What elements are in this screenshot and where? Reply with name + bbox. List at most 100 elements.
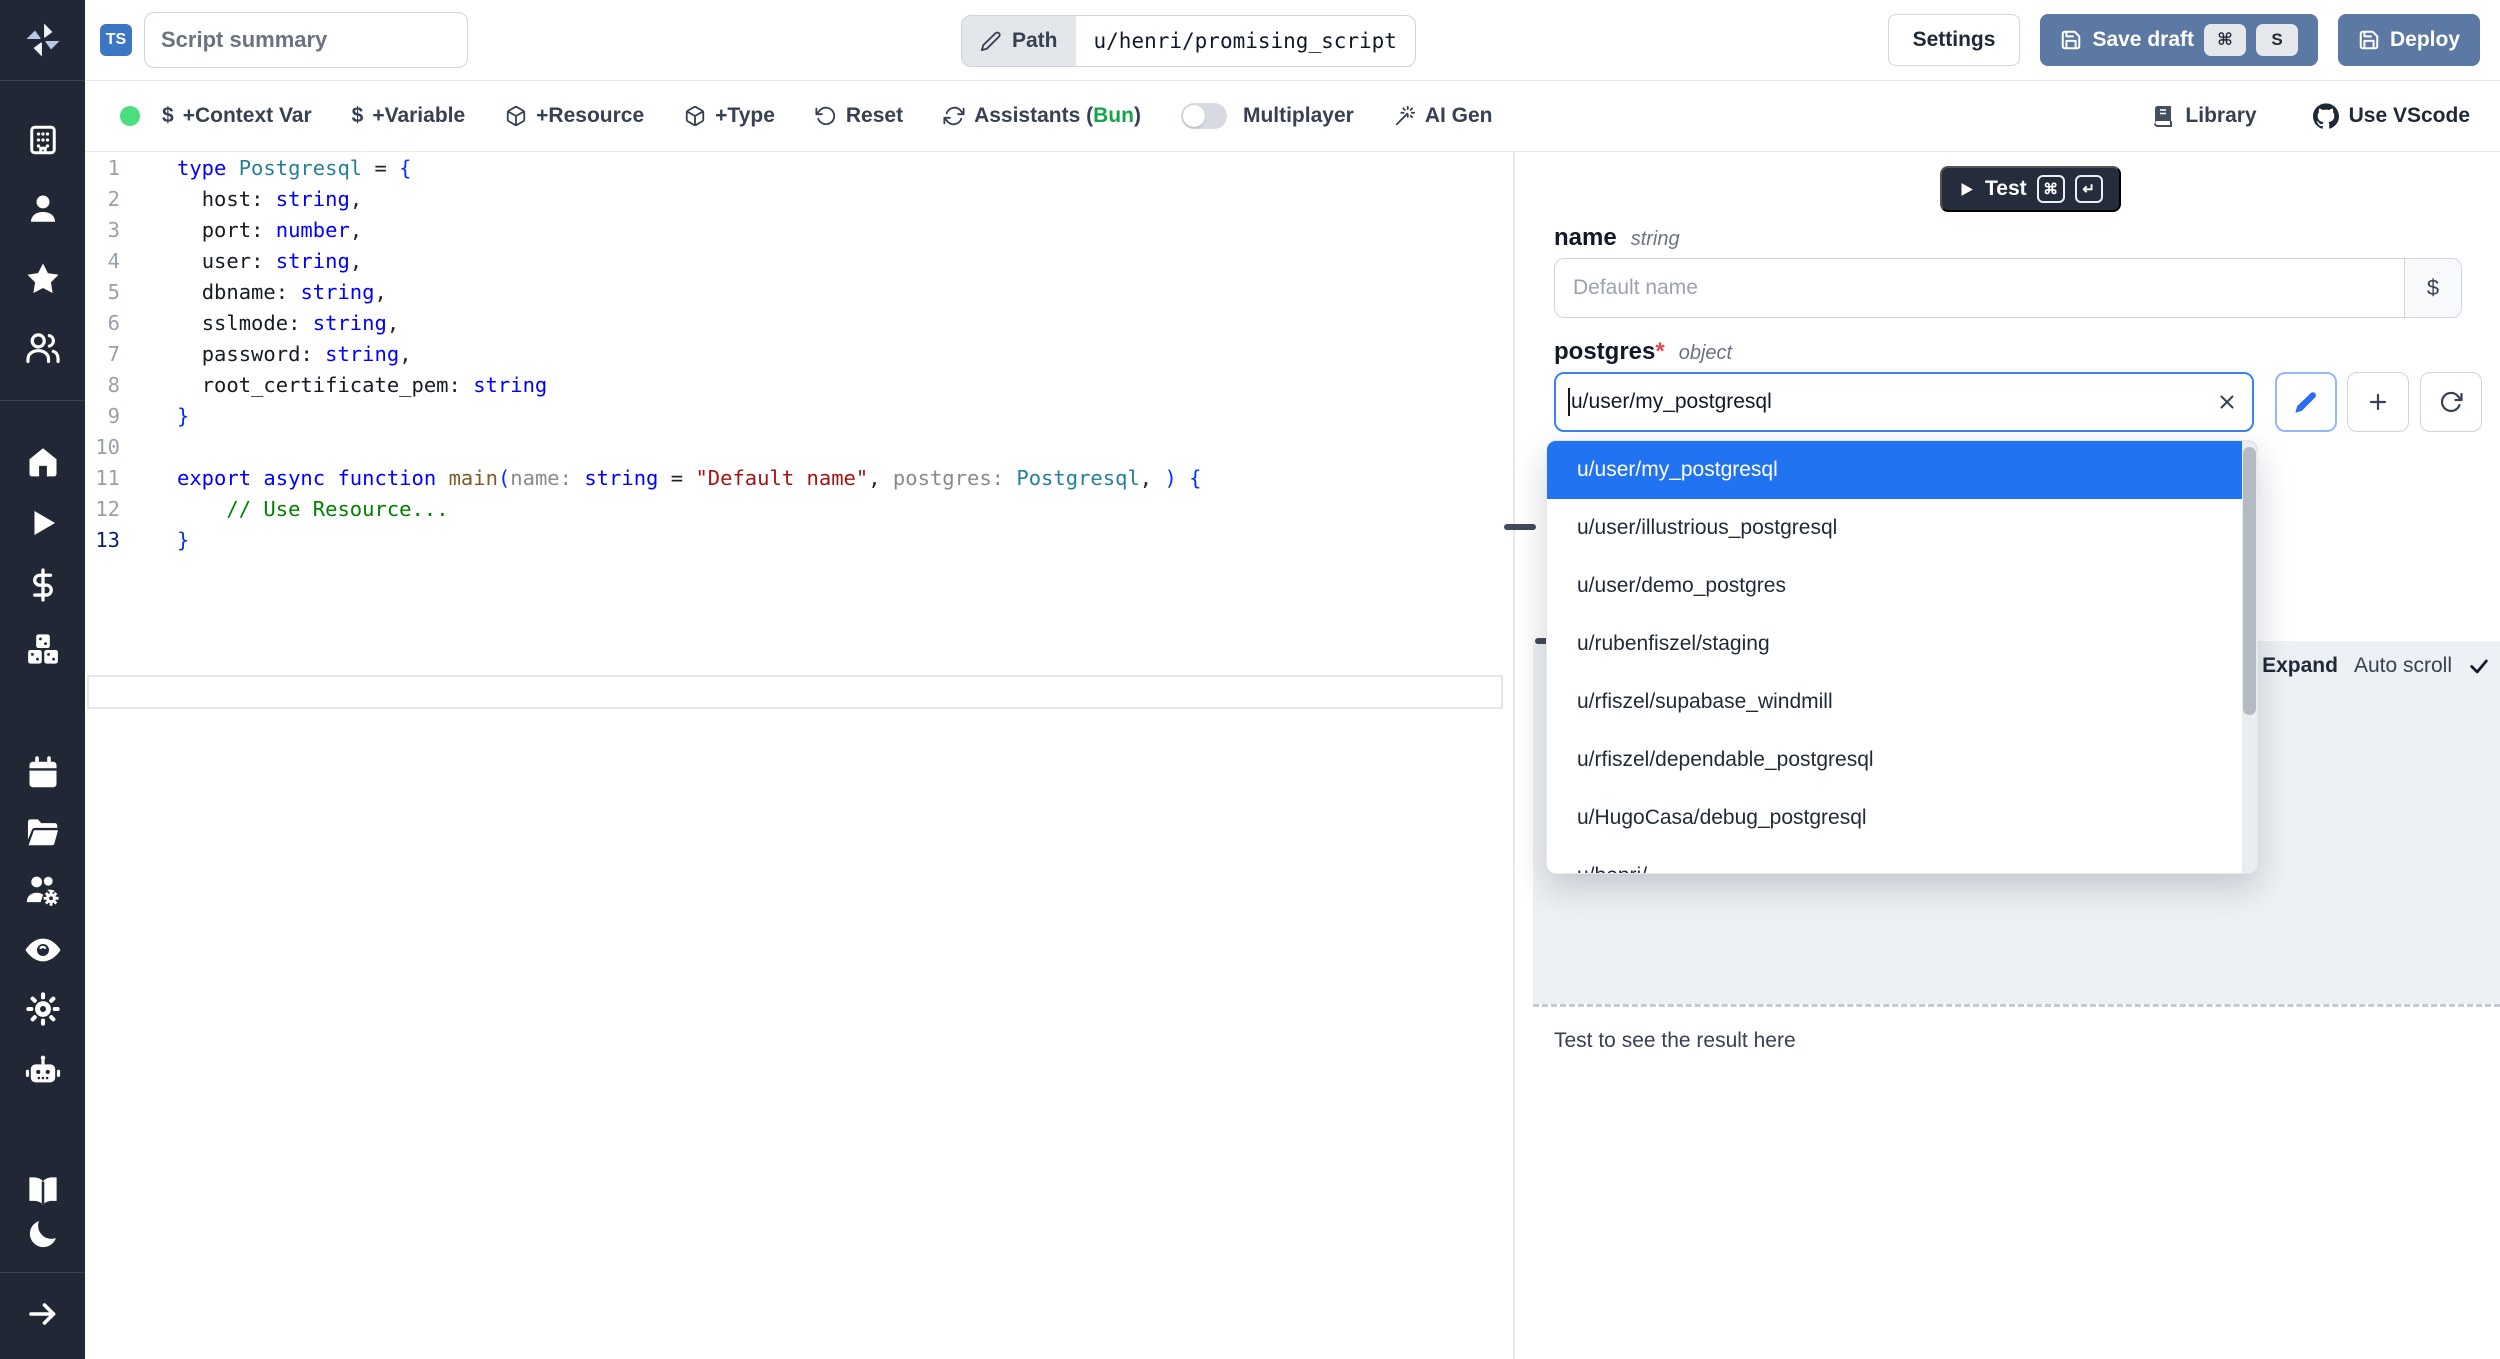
users-icon: [24, 329, 62, 367]
sidebar-divider: [0, 80, 85, 81]
expand-button[interactable]: Expand: [2262, 654, 2338, 678]
code-line[interactable]: sslmode: string,: [177, 308, 1513, 339]
sidebar-item-favorites[interactable]: [0, 255, 85, 303]
add-context-var-button[interactable]: $+Context Var: [162, 104, 312, 128]
book-icon: [2151, 104, 2175, 128]
code-line[interactable]: host: string,: [177, 184, 1513, 215]
sidebar-divider: [0, 400, 85, 401]
pencil-icon: [980, 30, 1002, 52]
logs-header: Expand Auto scroll: [2262, 641, 2490, 691]
add-resource-button[interactable]: [2347, 372, 2409, 432]
sidebar-item-users[interactable]: [0, 324, 85, 372]
sidebar-item-audit-logs[interactable]: [0, 926, 85, 974]
path-field[interactable]: Path u/henri/promising_script: [961, 15, 1416, 67]
folder-open-icon: [24, 813, 62, 851]
sidebar-item-schedules[interactable]: [0, 749, 85, 797]
toggle-knob: [1183, 105, 1205, 127]
play-icon: [1958, 181, 1975, 198]
line-number: 1: [85, 153, 120, 184]
line-number: 11: [85, 463, 120, 494]
check-icon[interactable]: [2468, 655, 2490, 677]
kbd-enter: ↵: [2075, 175, 2103, 203]
code-line[interactable]: password: string,: [177, 339, 1513, 370]
resource-option[interactable]: u/henri/...: [1547, 847, 2257, 874]
code-line[interactable]: dbname: string,: [177, 277, 1513, 308]
assistants-button[interactable]: Assistants (Bun): [943, 104, 1141, 128]
resource-option[interactable]: u/HugoCasa/debug_postgresql: [1547, 789, 2257, 847]
code-line[interactable]: user: string,: [177, 246, 1513, 277]
line-number-gutter: 12345678910111213: [85, 153, 120, 556]
test-button[interactable]: Test ⌘ ↵: [1940, 166, 2121, 212]
multiplayer-toggle[interactable]: [1181, 103, 1227, 129]
resource-option[interactable]: u/rfiszel/dependable_postgresql: [1547, 731, 2257, 789]
editor-toolbar: $+Context Var $+Variable +Resource +Type…: [85, 80, 2500, 152]
save-draft-button[interactable]: Save draft ⌘ S: [2040, 14, 2318, 66]
line-number: 12: [85, 494, 120, 525]
resource-dropdown-items: u/user/my_postgresqlu/user/illustrious_p…: [1547, 441, 2257, 874]
code-line[interactable]: }: [177, 401, 1513, 432]
result-placeholder: Test to see the result here: [1554, 1029, 1796, 1053]
resource-option[interactable]: u/user/demo_postgres: [1547, 557, 2257, 615]
top-bar: TS Path u/henri/promising_script Setting…: [85, 0, 2500, 81]
sidebar-item-settings[interactable]: [0, 985, 85, 1033]
sidebar-divider: [0, 1272, 85, 1273]
name-input[interactable]: [1555, 259, 2404, 317]
sidebar-item-dark-mode[interactable]: [0, 1210, 85, 1258]
script-summary-input[interactable]: [144, 12, 468, 68]
edit-resource-button[interactable]: [2275, 372, 2337, 432]
sidebar-item-home[interactable]: [0, 438, 85, 486]
code-line[interactable]: }: [177, 525, 1513, 556]
code-line[interactable]: root_certificate_pem: string: [177, 370, 1513, 401]
deploy-button[interactable]: Deploy: [2338, 14, 2480, 66]
sidebar-item-workers[interactable]: [0, 1047, 85, 1095]
rotate-cw-icon: [2439, 390, 2463, 414]
dropdown-scrollbar[interactable]: [2242, 441, 2257, 873]
reset-button[interactable]: Reset: [815, 104, 903, 128]
resource-option[interactable]: u/user/my_postgresql: [1547, 441, 2257, 499]
windmill-logo-icon[interactable]: [0, 10, 85, 70]
code-line[interactable]: // Use Resource...: [177, 494, 1513, 525]
boxes-icon: [24, 630, 62, 668]
sidebar-item-workspace[interactable]: [0, 116, 85, 164]
sidebar-expand-button[interactable]: [0, 1290, 85, 1338]
dropdown-scrollbar-thumb[interactable]: [2243, 447, 2256, 715]
code-line[interactable]: [177, 432, 1513, 463]
sidebar-item-folders[interactable]: [0, 808, 85, 856]
library-button[interactable]: Library: [2151, 104, 2256, 128]
add-resource-button[interactable]: +Resource: [505, 104, 644, 128]
code-line[interactable]: type Postgresql = {: [177, 153, 1513, 184]
sidebar-item-user[interactable]: [0, 185, 85, 233]
sidebar-item-resources[interactable]: [0, 625, 85, 673]
settings-button[interactable]: Settings: [1888, 14, 2021, 66]
wand-sparkles-icon: [1394, 105, 1416, 127]
line-number: 7: [85, 339, 120, 370]
postgres-field-label: postgres* object: [1554, 338, 1732, 366]
moon-icon: [25, 1216, 61, 1252]
resource-option[interactable]: u/rfiszel/supabase_windmill: [1547, 673, 2257, 731]
refresh-resources-button[interactable]: [2420, 372, 2482, 432]
add-type-button[interactable]: +Type: [684, 104, 775, 128]
dollar-icon: [25, 567, 61, 603]
github-icon: [2313, 103, 2339, 129]
sidebar-item-runs[interactable]: [0, 499, 85, 547]
postgres-resource-input[interactable]: u/user/my_postgresql: [1554, 372, 2254, 432]
variable-picker-button[interactable]: $: [2404, 259, 2461, 317]
package-icon: [505, 105, 527, 127]
resource-option[interactable]: u/rubenfiszel/staging: [1547, 615, 2257, 673]
ai-gen-button[interactable]: AI Gen: [1394, 104, 1493, 128]
sidebar-item-variables[interactable]: [0, 561, 85, 609]
sidebar-item-groups[interactable]: [0, 867, 85, 915]
add-variable-button[interactable]: $+Variable: [352, 104, 466, 128]
use-vscode-button[interactable]: Use VScode: [2313, 103, 2470, 129]
code-line[interactable]: export async function main(name: string …: [177, 463, 1513, 494]
code-editor[interactable]: 12345678910111213 type Postgresql = { ho…: [85, 152, 1513, 1359]
clear-icon[interactable]: [2216, 374, 2238, 430]
sidebar-item-docs[interactable]: [0, 1167, 85, 1215]
multiplayer-label: Multiplayer: [1243, 104, 1354, 128]
assistants-language: Bun: [1093, 104, 1134, 127]
code-line[interactable]: port: number,: [177, 215, 1513, 246]
vertical-splitter-handle[interactable]: [1504, 524, 1536, 530]
resource-option[interactable]: u/user/illustrious_postgresql: [1547, 499, 2257, 557]
code-content[interactable]: type Postgresql = { host: string, port: …: [177, 153, 1513, 556]
vertical-splitter[interactable]: [1513, 152, 1533, 1359]
